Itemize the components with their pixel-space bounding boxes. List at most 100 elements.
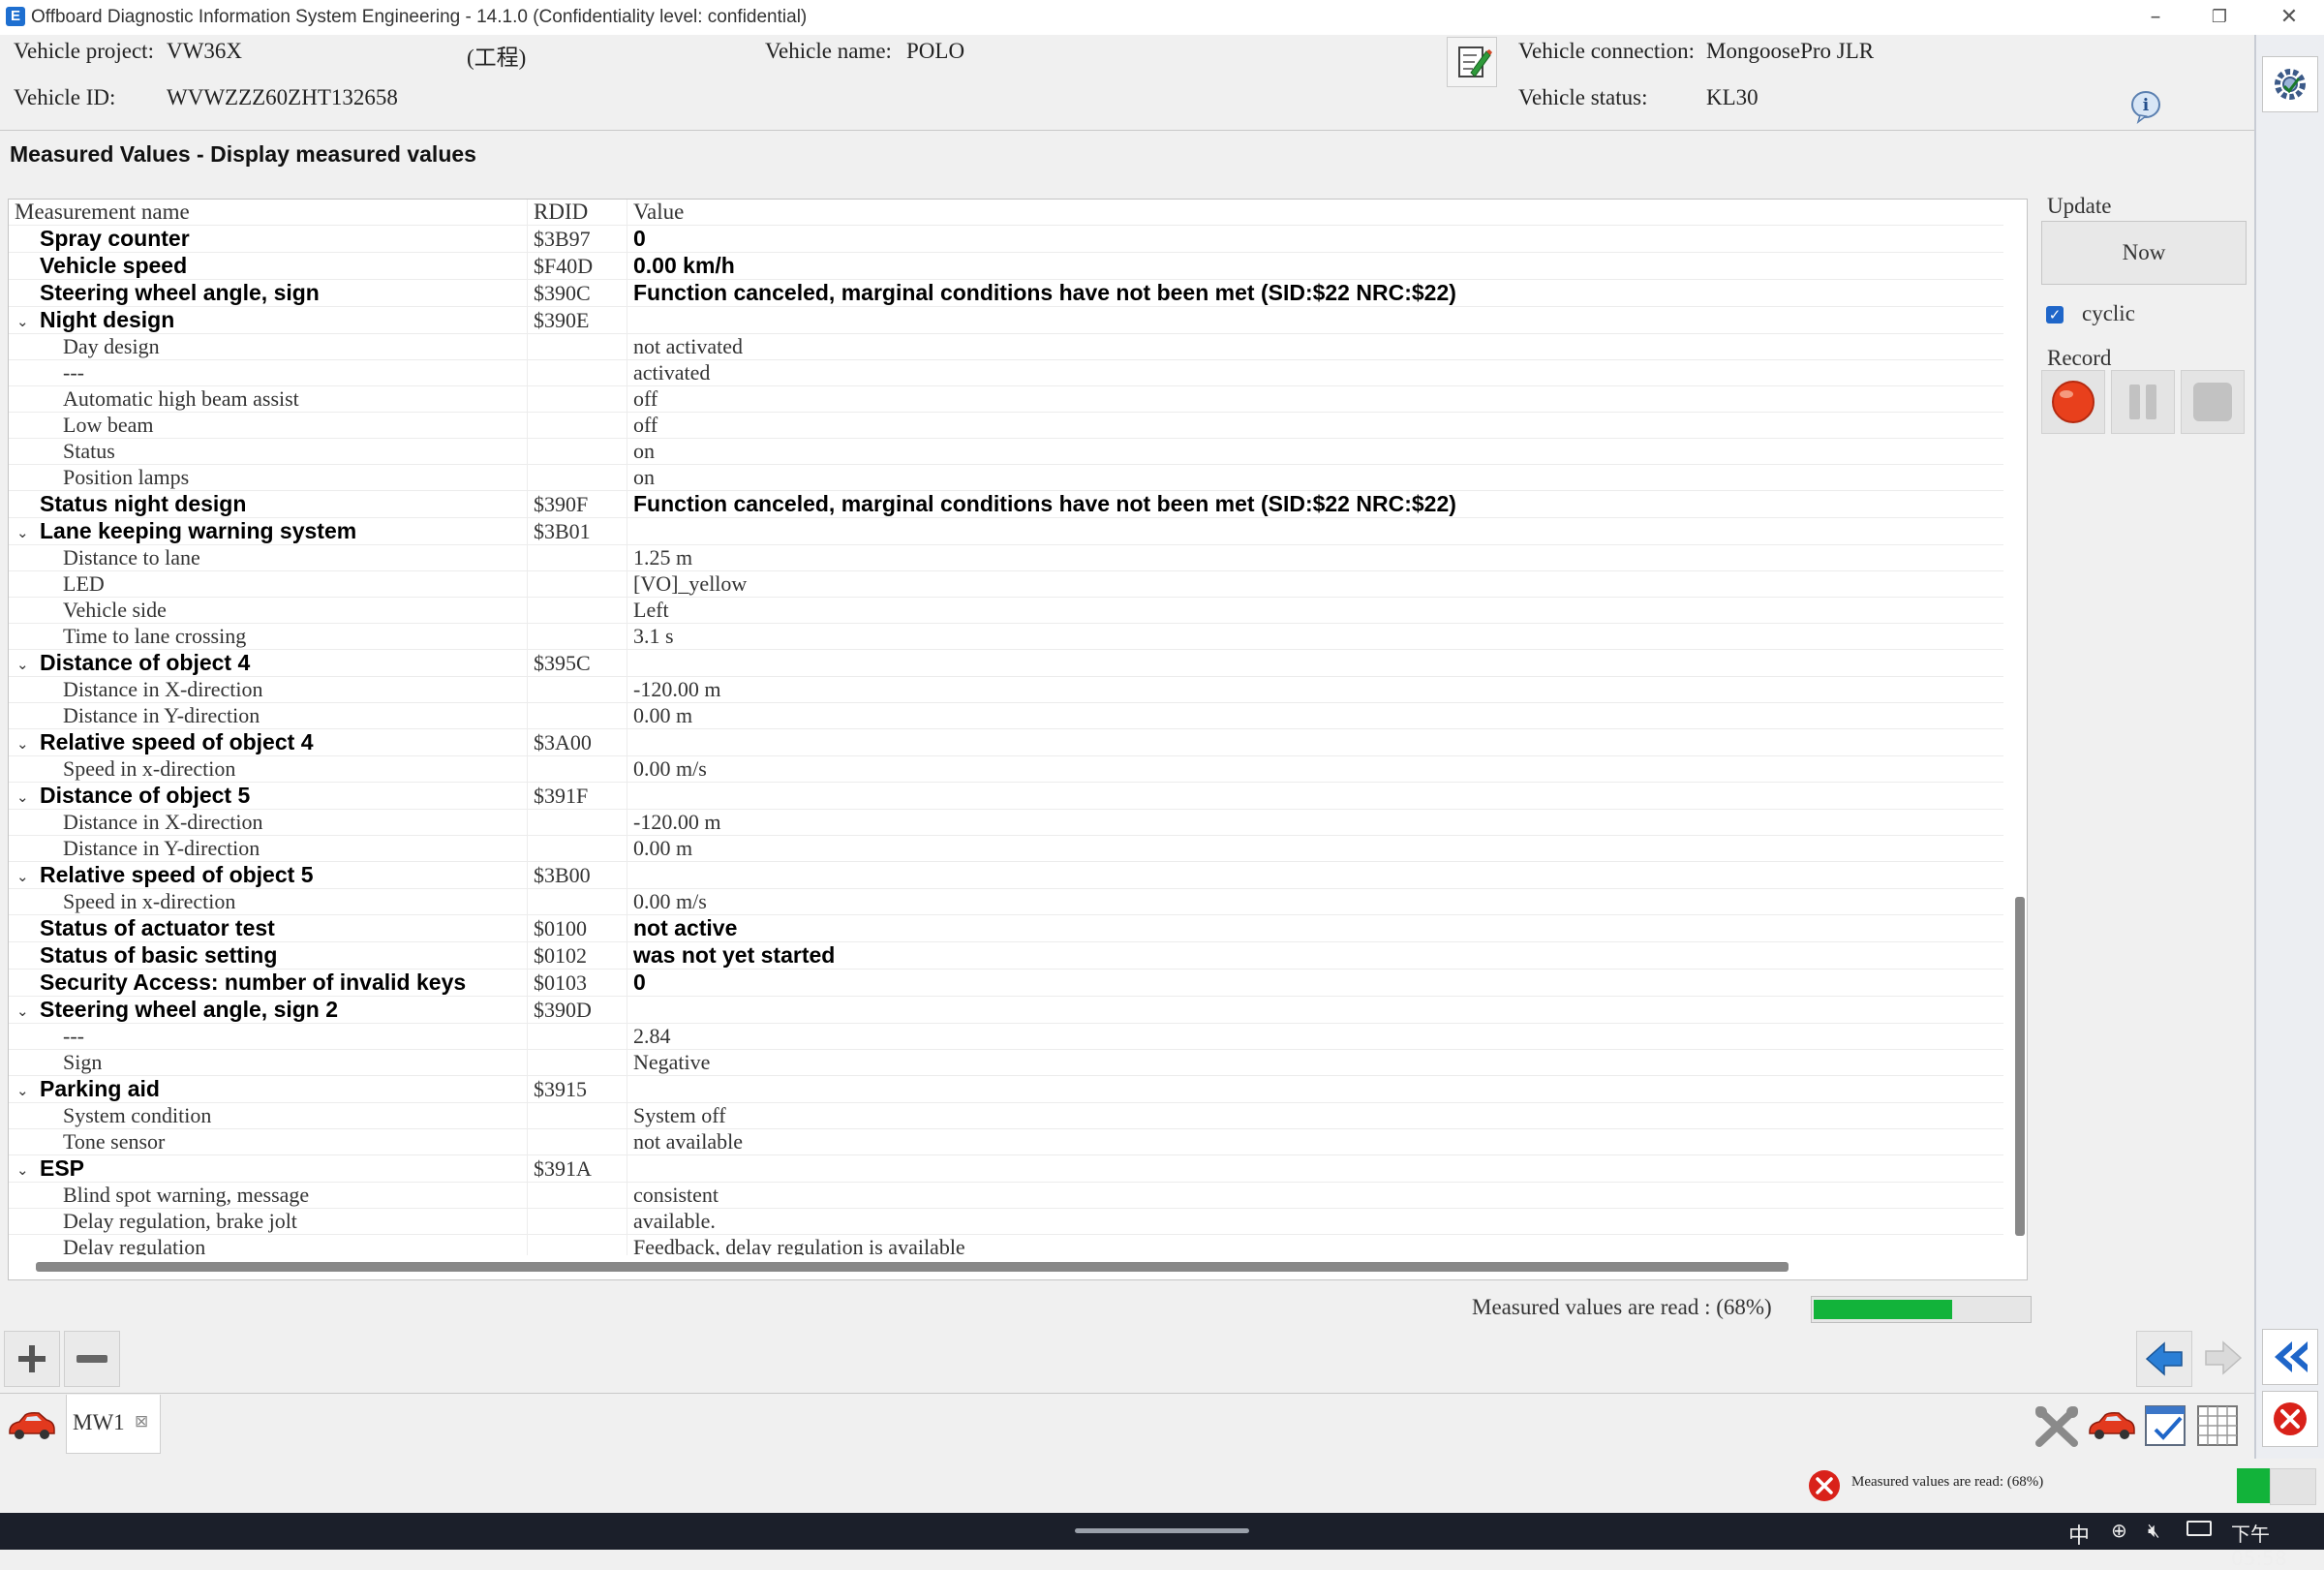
- table-row[interactable]: ⌄ Parking aid $3915: [9, 1075, 2003, 1103]
- rdid-cell: $0100: [527, 914, 627, 942]
- header-measurement-name[interactable]: Measurement name: [9, 200, 528, 226]
- table-row[interactable]: ⌄ Distance of object 4 $395C: [9, 649, 2003, 677]
- header-rdid[interactable]: RDID: [527, 200, 627, 226]
- measurement-name: ---: [63, 360, 84, 385]
- minimize-icon[interactable]: –: [2136, 4, 2175, 31]
- chevron-down-icon[interactable]: ⌄: [9, 1082, 40, 1099]
- status-bar-message: Measured values are read: (68%): [1851, 1474, 2044, 1490]
- vehicle-tab-button[interactable]: [4, 1402, 58, 1450]
- settings-button[interactable]: [2262, 56, 2318, 112]
- table-row[interactable]: ⌄ Lane keeping warning system $3B01: [9, 517, 2003, 545]
- table-row[interactable]: Status on: [9, 438, 2003, 465]
- cyclic-checkbox[interactable]: ✓: [2046, 306, 2064, 323]
- network-icon[interactable]: ⊕: [2111, 1519, 2127, 1542]
- chevron-down-icon[interactable]: ⌄: [9, 788, 40, 806]
- table-row[interactable]: System condition System off: [9, 1102, 2003, 1129]
- table-row[interactable]: Distance in Y-direction 0.00 m: [9, 835, 2003, 862]
- record-pause-button[interactable]: [2111, 370, 2175, 434]
- ime-indicator[interactable]: 中: [2068, 1519, 2090, 1550]
- volume-muted-icon[interactable]: 🔇︎: [2148, 1519, 2160, 1542]
- table-row[interactable]: Vehicle side Left: [9, 597, 2003, 624]
- table-row[interactable]: ⌄ Steering wheel angle, sign 2 $390D: [9, 996, 2003, 1024]
- update-now-button[interactable]: Now: [2041, 221, 2247, 285]
- table-row[interactable]: Blind spot warning, message consistent: [9, 1182, 2003, 1209]
- exit-button[interactable]: [2262, 1391, 2318, 1447]
- measurement-name-cell: Distance in Y-direction: [9, 835, 528, 862]
- table-row[interactable]: Security Access: number of invalid keys $…: [9, 969, 2003, 997]
- checklist-button[interactable]: [2140, 1401, 2190, 1456]
- table-row[interactable]: --- activated: [9, 359, 2003, 386]
- table-row[interactable]: Status of basic setting $0102 was not yet …: [9, 941, 2003, 970]
- forward-button[interactable]: [2196, 1331, 2250, 1385]
- measurement-name-cell: Delay regulation, brake jolt: [9, 1208, 528, 1235]
- tab-close-icon[interactable]: ⊠: [135, 1412, 148, 1431]
- table-row[interactable]: Speed in x-direction 0.00 m/s: [9, 888, 2003, 915]
- table-row[interactable]: Distance in Y-direction 0.00 m: [9, 702, 2003, 729]
- table-row[interactable]: Day design not activated: [9, 333, 2003, 360]
- table-row[interactable]: Low beam off: [9, 412, 2003, 439]
- taskbar-clock[interactable]: 下午 05:58: [2231, 1519, 2324, 1570]
- rdid-cell: $F40D: [527, 252, 627, 280]
- remove-button[interactable]: [64, 1331, 120, 1387]
- measurement-name: Spray counter: [40, 226, 190, 251]
- cyclic-label: cyclic: [2082, 301, 2135, 325]
- rdid-cell: $390F: [527, 490, 627, 518]
- table-row[interactable]: LED [VO]_yellow: [9, 570, 2003, 598]
- chevron-down-icon[interactable]: ⌄: [9, 524, 40, 541]
- battery-icon[interactable]: [2186, 1521, 2212, 1536]
- table-row[interactable]: Vehicle speed $F40D 0.00 km/h: [9, 252, 2003, 280]
- table-row[interactable]: Delay regulation, brake jolt available.: [9, 1208, 2003, 1235]
- value-cell: Left: [627, 597, 2003, 624]
- table-row[interactable]: ⌄ ESP $391A: [9, 1154, 2003, 1183]
- chevron-down-icon[interactable]: ⌄: [9, 1002, 40, 1020]
- cancel-tools-button[interactable]: [2030, 1401, 2084, 1456]
- rdid-cell: [527, 464, 627, 491]
- vertical-scrollbar[interactable]: [2015, 897, 2025, 1236]
- table-row[interactable]: Sign Negative: [9, 1049, 2003, 1076]
- collapse-panel-button[interactable]: [2262, 1329, 2318, 1385]
- back-button[interactable]: [2136, 1331, 2192, 1387]
- info-button[interactable]: i: [2128, 89, 2163, 129]
- value-cell: -120.00 m: [627, 809, 2003, 836]
- table-row[interactable]: ⌄ Night design $390E: [9, 306, 2003, 334]
- tab-mw1[interactable]: MW1 ⊠: [66, 1395, 161, 1454]
- taskbar-handle[interactable]: [1075, 1528, 1249, 1533]
- table-row[interactable]: Spray counter $3B97 0: [9, 225, 2003, 253]
- chevron-down-icon[interactable]: ⌄: [9, 656, 40, 673]
- table-row[interactable]: ⌄ Distance of object 5 $391F: [9, 782, 2003, 810]
- grid-view-button[interactable]: [2192, 1401, 2243, 1456]
- table-row[interactable]: ⌄ Relative speed of object 5 $3B00: [9, 861, 2003, 889]
- table-row[interactable]: Distance to lane 1.25 m: [9, 544, 2003, 571]
- add-button[interactable]: [4, 1331, 60, 1387]
- horizontal-scrollbar[interactable]: [36, 1262, 1789, 1272]
- record-icon: [2052, 381, 2095, 423]
- chevron-down-icon[interactable]: ⌄: [9, 735, 40, 753]
- table-row[interactable]: Distance in X-direction -120.00 m: [9, 676, 2003, 703]
- chevron-down-icon[interactable]: ⌄: [9, 313, 40, 330]
- table-row[interactable]: Status night design $390F Function cancele…: [9, 490, 2003, 518]
- record-start-button[interactable]: [2041, 370, 2105, 434]
- notepad-edit-button[interactable]: [1447, 37, 1497, 87]
- table-row[interactable]: Status of actuator test $0100 not active: [9, 914, 2003, 942]
- table-viewport[interactable]: Measurement name RDID Value Spray counte…: [9, 200, 2003, 1255]
- vehicle-button[interactable]: [2084, 1402, 2138, 1450]
- restore-icon[interactable]: ❐: [2200, 4, 2239, 31]
- table-row[interactable]: Tone sensor not available: [9, 1128, 2003, 1155]
- table-row[interactable]: Time to lane crossing 3.1 s: [9, 623, 2003, 650]
- table-row[interactable]: Delay regulation Feedback, delay regulati…: [9, 1234, 2003, 1255]
- table-row[interactable]: --- 2.84: [9, 1023, 2003, 1050]
- table-row[interactable]: ⌄ Relative speed of object 4 $3A00: [9, 728, 2003, 756]
- table-row[interactable]: Distance in X-direction -120.00 m: [9, 809, 2003, 836]
- rdid-cell: [527, 809, 627, 836]
- table-row[interactable]: Automatic high beam assist off: [9, 385, 2003, 413]
- measurement-name-cell: Status of basic setting: [9, 941, 528, 970]
- table-row[interactable]: Speed in x-direction 0.00 m/s: [9, 755, 2003, 783]
- table-row[interactable]: Steering wheel angle, sign $390C Function …: [9, 279, 2003, 307]
- close-icon[interactable]: ✕: [2270, 4, 2309, 31]
- chevron-down-icon[interactable]: ⌄: [9, 1161, 40, 1179]
- rdid-cell: [527, 1023, 627, 1050]
- record-stop-button[interactable]: [2181, 370, 2245, 434]
- chevron-down-icon[interactable]: ⌄: [9, 868, 40, 885]
- table-row[interactable]: Position lamps on: [9, 464, 2003, 491]
- header-value[interactable]: Value: [627, 200, 2003, 226]
